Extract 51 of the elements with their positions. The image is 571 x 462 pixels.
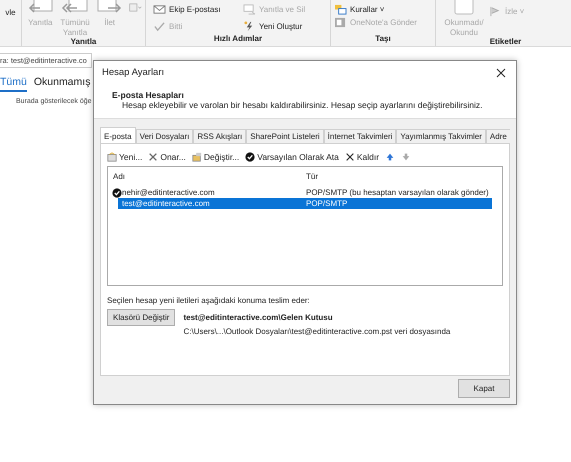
account-type: POP/SMTP [306,199,348,208]
flag-icon [489,6,502,17]
ribbon-group-label: Etiketler [488,37,522,48]
mailbox-add-icon [107,152,117,162]
column-header: Adı [113,172,126,181]
dialog-tab[interactable]: SharePoint Listeleri [246,129,324,143]
up-arrow-icon [385,152,396,162]
ribbon-button[interactable]: Kurallar ˅ [334,4,384,15]
dialog-tab[interactable]: İnternet Takvimleri [324,129,396,143]
tools-icon [148,152,158,162]
toolbar-button[interactable]: Değiştir... [192,152,240,162]
ribbon-group-label: Taşı [374,34,392,45]
note-icon [334,17,347,28]
dialog-tab[interactable]: Veri Dosyaları [136,129,194,143]
change-folder-button[interactable]: Klasörü Değiştir [107,309,176,326]
ribbon-group-label: Hızlı Adımlar [212,34,264,45]
account-name: nehir@editinteractive.com [122,188,216,197]
toolbar-button[interactable] [385,152,396,162]
toolbar-button[interactable]: Yeni... [107,152,142,162]
folder-path: test@editinteractive.com\Gelen Kutusu [183,313,334,322]
toolbar-button[interactable]: Kaldır [344,152,380,162]
view-tab[interactable]: Tümü [0,76,27,92]
folder-edit-icon [192,152,202,162]
ribbon-button[interactable]: vle [3,8,18,18]
delivery-note: Seçilen hesap yeni iletileri aşağıdaki konuma teslim eder: [107,296,311,305]
rules-icon [334,4,347,15]
dialog-tab[interactable]: RSS Akışları [193,129,246,143]
toolbar-button[interactable]: Varsayılan Olarak Ata [245,152,339,162]
ribbon-button[interactable]: Yeni Oluştur [243,21,327,32]
section-description: Hesap ekleyebilir ve varolan bir hesabı kaldırabilirsiniz. Hesap seçip ayarlarını değiştirebilirsiniz. [122,100,484,110]
check-circle-icon [245,152,256,162]
close-button[interactable]: Kapat [458,379,510,398]
account-type: POP/SMTP (bu hesaptan varsayılan olarak gönder) [306,188,489,197]
ribbon-button[interactable]: Ekip E-postası [153,4,237,15]
ribbon-group-label: Yanıtla [70,37,98,48]
data-file-path: C:\Users\...\Outlook Dosyaları\test@editinteractive.com.pst veri dosyasında [183,327,450,336]
close-icon[interactable] [496,68,506,78]
account-row[interactable]: nehir@editinteractive.com POP/SMTP (bu hesaptan varsayılan olarak gönder) [108,187,492,198]
column-header: Tür [306,172,318,181]
view-tab[interactable]: Okunmamış [34,76,90,92]
section-heading: E-posta Hesapları [112,90,185,100]
dialog-tab[interactable]: Yayımlanmış Takvimler [396,129,486,143]
x-icon [344,152,355,162]
dialog-title: Hesap Ayarları [102,67,164,78]
dialog-tab[interactable]: Adre [486,129,510,143]
toolbar-button[interactable]: Onar... [148,152,186,162]
account-name: test@editinteractive.com [122,199,211,208]
checkmark-icon [153,21,166,32]
down-arrow-icon [401,152,412,162]
account-row[interactable]: test@editinteractive.com POP/SMTP [118,198,492,209]
dialog-tab[interactable]: E-posta [100,127,136,143]
